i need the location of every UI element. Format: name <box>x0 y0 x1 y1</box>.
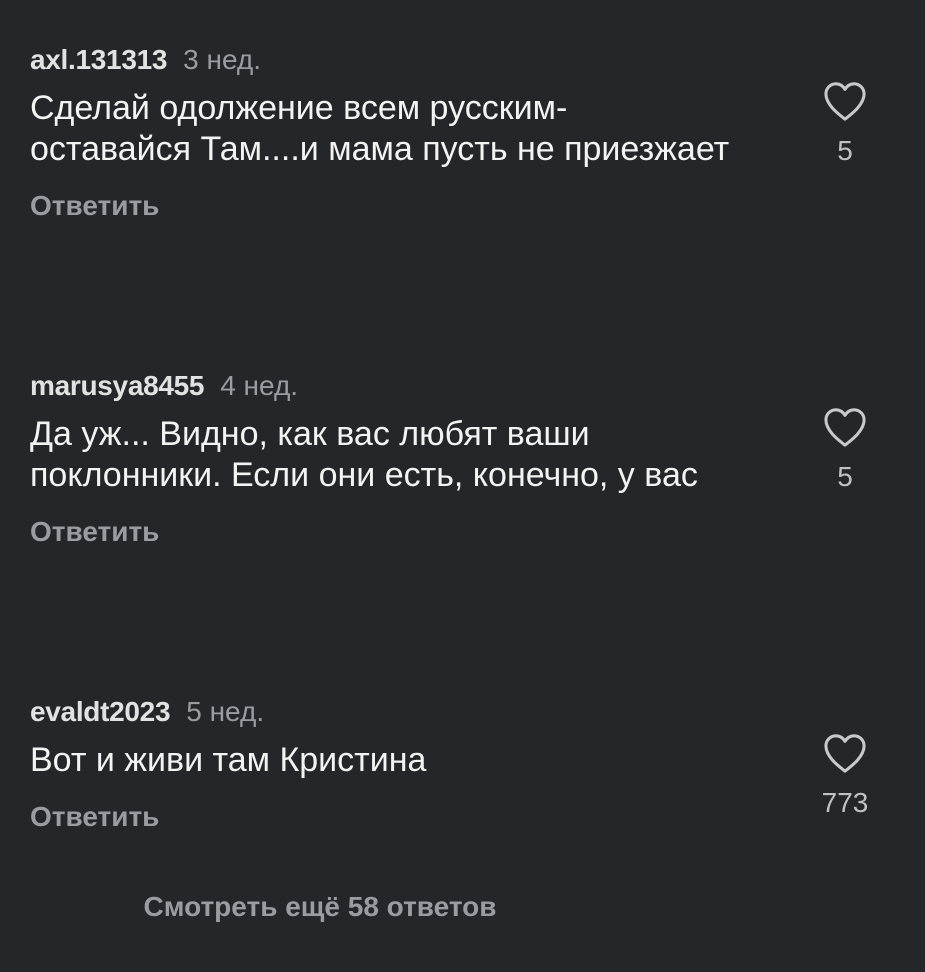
comment-text: Да уж... Видно, как вас любят ваши покло… <box>30 415 698 494</box>
view-more-replies-button[interactable]: Смотреть ещё 58 ответов <box>0 891 640 923</box>
heart-icon[interactable] <box>822 406 868 448</box>
comment-meta: marusya8455 4 нед. <box>30 366 910 406</box>
comment-meta: evaldt2023 5 нед. <box>30 692 910 732</box>
like-control: 5 <box>805 80 885 167</box>
reply-button[interactable]: Ответить <box>30 801 910 833</box>
comment-meta: axl.131313 3 нед. <box>30 40 910 80</box>
like-count: 773 <box>821 787 869 818</box>
comment-username[interactable]: axl.131313 <box>30 44 167 76</box>
reply-button[interactable]: Ответить <box>30 516 910 548</box>
comment-time: 3 нед. <box>183 44 262 75</box>
comment-username[interactable]: marusya8455 <box>30 370 204 402</box>
comment-username[interactable]: evaldt2023 <box>30 696 171 728</box>
comment: marusya8455 4 нед. Да уж... Видно, как в… <box>30 366 910 548</box>
heart-icon[interactable] <box>822 80 868 122</box>
comment-text: Вот и живи там Кристина <box>30 741 427 779</box>
like-count: 5 <box>837 461 853 492</box>
like-control: 773 <box>805 732 885 819</box>
comment-text: Сделай одолжение всем русским- оставайся… <box>30 89 730 168</box>
comment-time: 4 нед. <box>220 370 299 401</box>
reply-button[interactable]: Ответить <box>30 190 910 222</box>
comment-time: 5 нед. <box>186 696 265 727</box>
like-control: 5 <box>805 406 885 493</box>
comment: axl.131313 3 нед. Сделай одолжение всем … <box>30 40 910 222</box>
like-count: 5 <box>837 135 853 166</box>
comment: evaldt2023 5 нед. Вот и живи там Кристин… <box>30 692 910 833</box>
heart-icon[interactable] <box>822 732 868 774</box>
